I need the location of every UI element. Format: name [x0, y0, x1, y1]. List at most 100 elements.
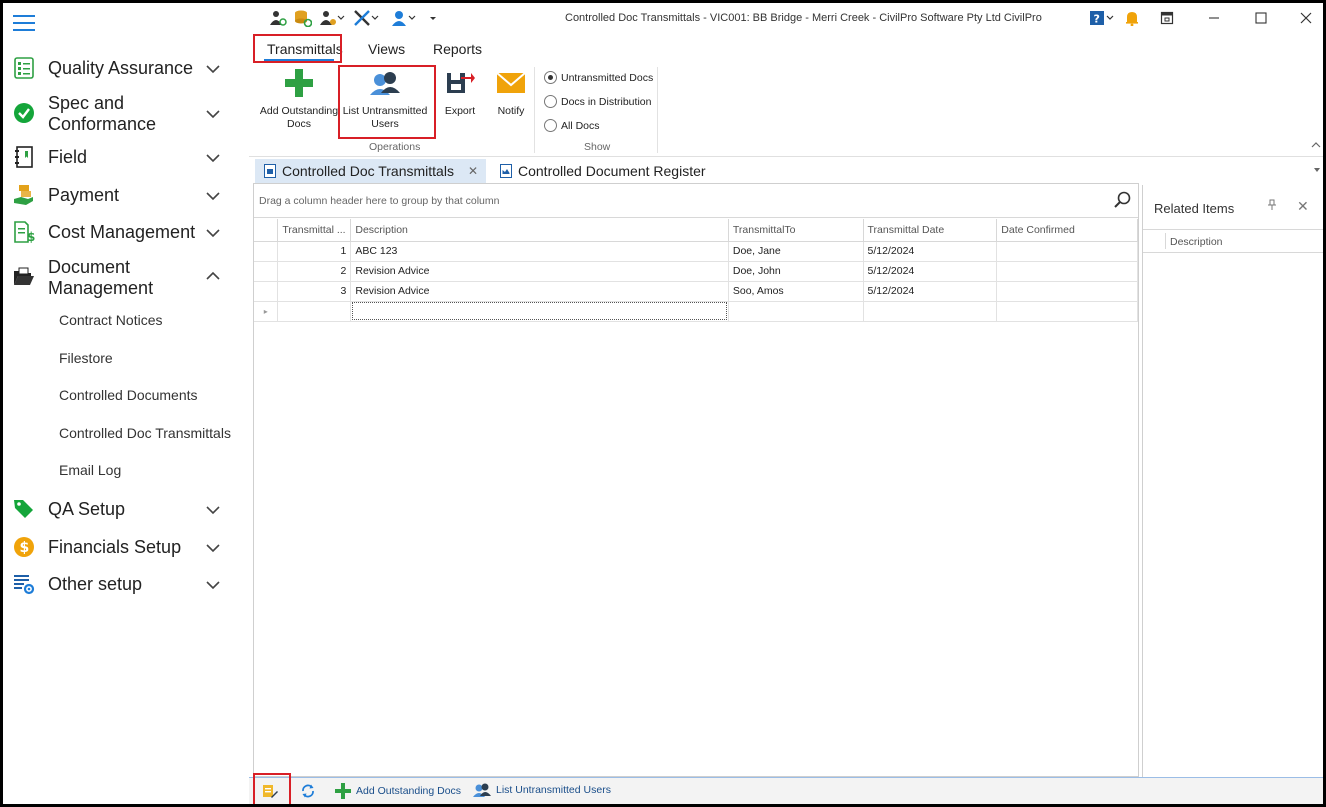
- table-row[interactable]: 3 Revision Advice Soo, Amos 5/12/2024: [254, 281, 1138, 302]
- pin-icon[interactable]: [1267, 199, 1277, 214]
- related-items-title: Related Items: [1154, 201, 1235, 216]
- group-separator: [657, 67, 658, 153]
- cell-transmittal[interactable]: 1: [277, 241, 352, 262]
- edit-layout-icon[interactable]: [262, 783, 278, 799]
- column-header-date-confirmed[interactable]: Date Confirmed: [996, 219, 1138, 242]
- cost-document-icon: $: [13, 221, 35, 243]
- sidebar-item-label: Quality Assurance: [48, 58, 194, 78]
- chevron-up-icon: [206, 271, 220, 280]
- add-outstanding-docs-link[interactable]: Add Outstanding Docs: [335, 783, 461, 799]
- cell-transmittal[interactable]: 2: [277, 261, 352, 282]
- list-untransmitted-users-link[interactable]: List Untransmitted Users: [473, 783, 611, 797]
- close-icon[interactable]: [1297, 9, 1315, 27]
- row-indicator[interactable]: [254, 261, 279, 282]
- sidebar-item-label: Document: [48, 257, 131, 277]
- radio-all-docs[interactable]: All Docs: [544, 119, 600, 132]
- table-row[interactable]: 2 Revision Advice Doe, John 5/12/2024: [254, 261, 1138, 282]
- group-panel[interactable]: Drag a column header here to group by th…: [254, 184, 1138, 218]
- sidebar-subitem-contract-notices[interactable]: Contract Notices: [59, 312, 162, 328]
- doc-tab-controlled-document-register[interactable]: Controlled Document Register: [491, 159, 714, 183]
- sidebar-item-field[interactable]: Field: [3, 145, 249, 169]
- customize-toolbar-icon[interactable]: [429, 9, 437, 27]
- table-row[interactable]: 1 ABC 123 Doe, Jane 5/12/2024: [254, 241, 1138, 262]
- search-icon[interactable]: [1114, 191, 1132, 209]
- cell-transmittal-date[interactable]: 5/12/2024: [863, 261, 998, 282]
- bell-icon[interactable]: [1123, 9, 1141, 27]
- cell-description[interactable]: Revision Advice: [350, 281, 729, 302]
- row-indicator[interactable]: [254, 241, 279, 262]
- account-dropdown-icon[interactable]: [390, 9, 416, 27]
- tools-dropdown-icon[interactable]: [353, 9, 379, 27]
- column-header-transmittal[interactable]: Transmittal ...: [277, 219, 352, 242]
- hamburger-menu-icon[interactable]: [13, 15, 35, 31]
- group-label-show: Show: [584, 141, 611, 153]
- column-header-transmittal-date[interactable]: Transmittal Date: [863, 219, 998, 242]
- restore-icon[interactable]: [1158, 9, 1176, 27]
- cell-transmittal-date[interactable]: 5/12/2024: [863, 241, 998, 262]
- radio-label: All Docs: [561, 119, 600, 132]
- cell-description[interactable]: ABC 123: [350, 241, 729, 262]
- new-cell-transmittal-date[interactable]: [863, 301, 998, 322]
- cell-description[interactable]: Revision Advice: [350, 261, 729, 282]
- cell-transmittal-to[interactable]: Doe, Jane: [728, 241, 864, 262]
- sidebar-item-other-setup[interactable]: Other setup: [3, 572, 249, 596]
- close-panel-icon[interactable]: ✕: [1297, 198, 1309, 215]
- column-header-description[interactable]: Description: [1165, 233, 1223, 249]
- maximize-icon[interactable]: [1252, 9, 1270, 27]
- new-row-indicator-icon[interactable]: ▸: [254, 301, 279, 322]
- sidebar-item-quality-assurance[interactable]: Quality Assurance: [3, 56, 249, 80]
- sidebar-item-financials-setup[interactable]: $ Financials Setup: [3, 535, 249, 559]
- user-tool-icon[interactable]: [269, 9, 287, 27]
- cell-date-confirmed[interactable]: [996, 261, 1138, 282]
- list-untransmitted-users-button[interactable]: List Untransmitted Users: [341, 65, 429, 131]
- cell-transmittal-to[interactable]: Soo, Amos: [728, 281, 864, 302]
- doc-tab-controlled-doc-transmittals[interactable]: Controlled Doc Transmittals ✕: [255, 159, 487, 183]
- new-cell-transmittal-to[interactable]: [728, 301, 864, 322]
- user-settings-dropdown-icon[interactable]: [319, 9, 345, 27]
- export-button[interactable]: Export: [439, 65, 481, 118]
- cell-transmittal[interactable]: 3: [277, 281, 352, 302]
- notify-button[interactable]: Notify: [491, 65, 531, 118]
- sidebar-subitem-controlled-doc-transmittals[interactable]: Controlled Doc Transmittals: [59, 425, 231, 441]
- close-tab-icon[interactable]: ✕: [468, 164, 478, 178]
- radio-unselected-icon: [544, 119, 557, 132]
- cell-transmittal-to[interactable]: Doe, John: [728, 261, 864, 282]
- column-header-transmittal-to[interactable]: TransmittalTo: [728, 219, 864, 242]
- sidebar-subitem-filestore[interactable]: Filestore: [59, 350, 113, 366]
- tab-reports[interactable]: Reports: [433, 41, 482, 57]
- export-icon: [442, 65, 478, 101]
- svg-text:$: $: [20, 540, 30, 556]
- new-cell-transmittal[interactable]: [277, 301, 352, 322]
- sidebar-item-cost-management[interactable]: $ Cost Management: [3, 220, 249, 244]
- new-cell-date-confirmed[interactable]: [996, 301, 1138, 322]
- radio-untransmitted-docs[interactable]: Untransmitted Docs: [544, 71, 653, 84]
- tab-transmittals[interactable]: Transmittals: [267, 41, 343, 57]
- help-icon[interactable]: ?: [1089, 9, 1115, 27]
- collapse-ribbon-icon[interactable]: [1311, 141, 1321, 149]
- radio-docs-in-distribution[interactable]: Docs in Distribution: [544, 95, 651, 108]
- radio-label: Untransmitted Docs: [561, 71, 654, 84]
- cell-date-confirmed[interactable]: [996, 241, 1138, 262]
- new-cell-description[interactable]: [350, 301, 729, 322]
- cell-transmittal-date[interactable]: 5/12/2024: [863, 281, 998, 302]
- cell-date-confirmed[interactable]: [996, 281, 1138, 302]
- sidebar-item-spec-conformance[interactable]: Spec and Conformance: [3, 91, 249, 135]
- sidebar-item-payment[interactable]: Payment: [3, 183, 249, 207]
- row-indicator[interactable]: [254, 281, 279, 302]
- database-refresh-icon[interactable]: [294, 9, 312, 27]
- folder-open-icon: [13, 266, 35, 288]
- new-item-row[interactable]: ▸: [254, 301, 1138, 322]
- tab-list-dropdown-icon[interactable]: [1313, 167, 1321, 173]
- refresh-icon[interactable]: [300, 783, 316, 799]
- sidebar-item-document-management[interactable]: Document Management: [3, 255, 249, 299]
- sidebar-subitem-email-log[interactable]: Email Log: [59, 462, 121, 478]
- minimize-icon[interactable]: [1205, 9, 1223, 27]
- sidebar-subitem-controlled-documents[interactable]: Controlled Documents: [59, 387, 198, 403]
- add-outstanding-docs-button[interactable]: Add Outstanding Docs: [257, 65, 341, 131]
- group-separator: [534, 67, 535, 153]
- column-header-description[interactable]: Description: [350, 219, 729, 242]
- chevron-down-icon: [206, 192, 220, 201]
- tab-views[interactable]: Views: [368, 41, 405, 57]
- register-icon: [500, 164, 512, 178]
- sidebar-item-qa-setup[interactable]: QA Setup: [3, 497, 249, 521]
